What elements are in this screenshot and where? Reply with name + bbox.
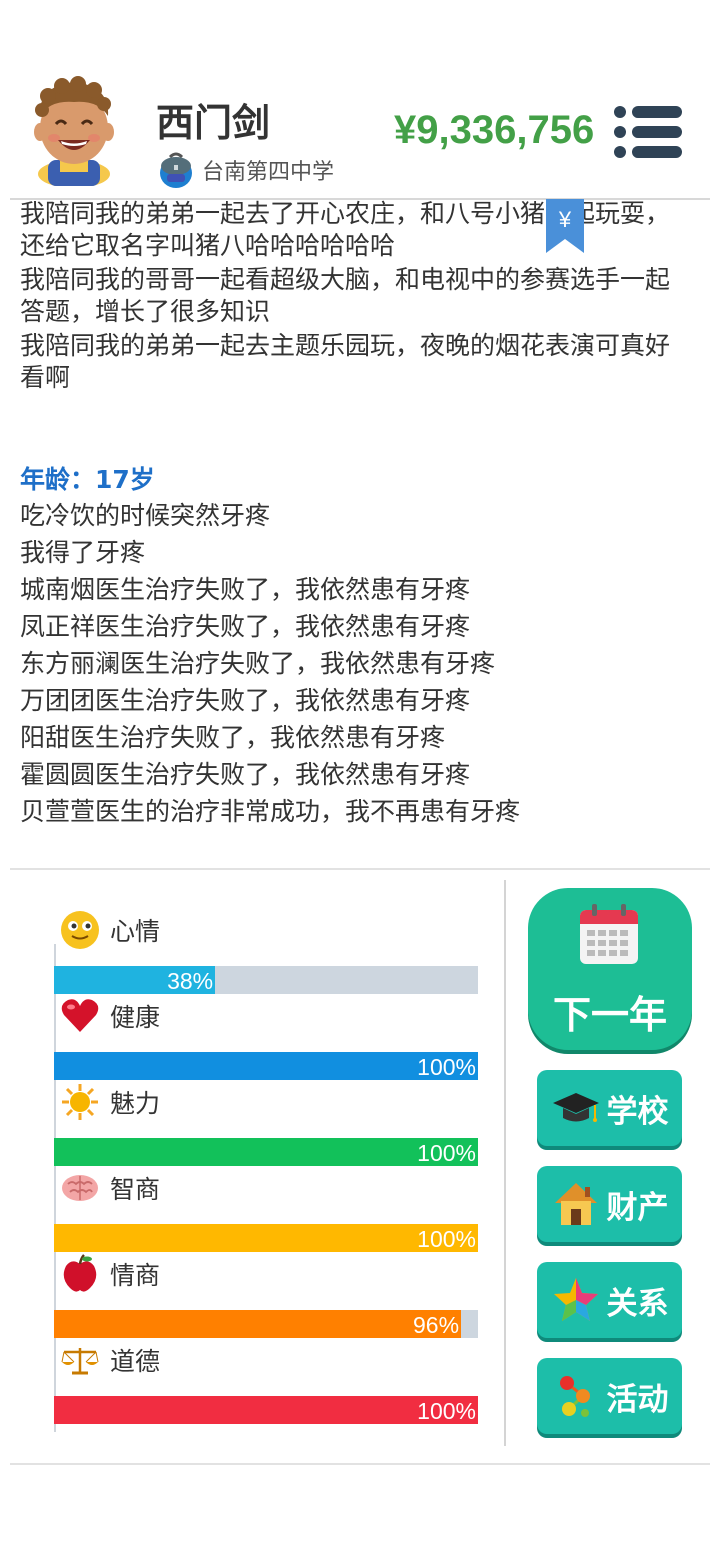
stat-value: 100%: [417, 1140, 476, 1166]
stat-eq: 情商 96%: [54, 1254, 478, 1340]
stats-panel: 心情 38% 健康 100% 魅力 100% 智商 100% 情商 96% 道德…: [54, 900, 484, 1440]
log-entry: 我得了牙疼: [20, 538, 146, 567]
stat-bar: 96%: [54, 1310, 478, 1338]
graduation-cap-icon: [552, 1093, 599, 1122]
calendar-icon: [580, 904, 638, 964]
next-year-button[interactable]: 下一年: [528, 888, 692, 1050]
stat-value: 96%: [412, 1312, 460, 1338]
bottom-divider: [10, 1463, 710, 1465]
log-entry: 万团团医生治疗失败了，我依然患有牙疼: [20, 686, 471, 715]
log-entry: 城南烟医生治疗失败了，我依然患有牙疼: [20, 575, 471, 604]
stat-label: 心情: [110, 917, 161, 946]
log-entry: 霍圆圆医生治疗失败了，我依然患有牙疼: [20, 760, 471, 789]
stat-charm: 魅力 100%: [54, 1082, 478, 1168]
stat-bar: 100%: [54, 1396, 478, 1424]
stat-label: 智商: [110, 1175, 161, 1204]
school-info[interactable]: 台南第四中学: [158, 150, 334, 190]
stat-bar: 100%: [54, 1224, 478, 1252]
stat-bar: 100%: [54, 1052, 478, 1080]
panel-divider: [504, 880, 506, 1446]
stat-iq: 智商 100%: [54, 1168, 478, 1254]
money-bookmark-symbol: ¥: [558, 207, 572, 232]
stat-health: 健康 100%: [54, 996, 478, 1082]
house-icon: [554, 1183, 597, 1225]
stat-value: 100%: [417, 1054, 476, 1080]
star-icon: [553, 1278, 598, 1321]
relations-button[interactable]: 关系: [537, 1262, 682, 1338]
log-entry: 阳甜医生治疗失败了，我依然患有牙疼: [20, 723, 446, 752]
log-entry: 我陪同我的哥哥一起看超级大脑，和电视中的参赛选手一起答题，增长了很多知识: [20, 265, 671, 326]
smiley-icon: [61, 911, 99, 949]
header-divider: [10, 198, 710, 200]
log-entry: 吃冷饮的时候突然牙疼: [20, 501, 271, 530]
avatar[interactable]: [28, 76, 120, 186]
stat-morality: 道德 100%: [54, 1340, 478, 1426]
section-divider: [10, 868, 710, 870]
property-button[interactable]: 财产: [537, 1166, 682, 1242]
school-button-label: 学校: [606, 1093, 669, 1130]
age-heading: 年龄：17岁: [20, 465, 155, 494]
money-balance: ¥9,336,756: [394, 108, 595, 152]
stat-label: 情商: [110, 1261, 161, 1290]
stat-bar: 38%: [54, 966, 478, 994]
school-name: 台南第四中学: [202, 160, 335, 185]
stat-bar: 100%: [54, 1138, 478, 1166]
stat-value: 100%: [417, 1398, 476, 1424]
school-button[interactable]: 学校: [537, 1070, 682, 1146]
log-entry: 我陪同我的弟弟一起去了开心农庄，和八号小猪一起玩耍，还给它取名字叫猪八哈哈哈哈哈…: [20, 199, 671, 260]
brain-icon: [62, 1175, 98, 1201]
relations-button-label: 关系: [606, 1285, 669, 1322]
heart-icon: [61, 999, 99, 1032]
activities-button-label: 活动: [606, 1381, 669, 1418]
next-year-label: 下一年: [552, 993, 667, 1037]
dots-icon: [559, 1376, 590, 1417]
money-bookmark-icon[interactable]: ¥: [546, 199, 584, 253]
player-name: 西门剑: [156, 101, 271, 145]
top-bar: 西门剑 台南第四中学 ¥9,336,756: [0, 0, 720, 200]
scales-icon: [61, 1348, 99, 1375]
stat-label: 魅力: [110, 1089, 161, 1118]
backpack-icon: [160, 152, 192, 188]
stat-value: 100%: [417, 1226, 476, 1252]
activities-button[interactable]: 活动: [537, 1358, 682, 1434]
life-log[interactable]: 我陪同我的弟弟一起去了开心农庄，和八号小猪一起玩耍，还给它取名字叫猪八哈哈哈哈哈…: [0, 190, 720, 865]
property-button-label: 财产: [606, 1189, 669, 1226]
log-content: 我陪同我的弟弟一起去了开心农庄，和八号小猪一起玩耍，还给它取名字叫猪八哈哈哈哈哈…: [20, 198, 692, 833]
stat-label: 健康: [110, 1003, 161, 1032]
log-entry: 东方丽澜医生治疗失败了，我依然患有牙疼: [20, 649, 496, 678]
apple-icon: [63, 1254, 97, 1292]
log-entry: 贝萱萱医生的治疗非常成功，我不再患有牙疼: [20, 797, 521, 826]
stat-value: 38%: [167, 968, 214, 994]
log-entry: 我陪同我的弟弟一起去主题乐园玩，夜晚的烟花表演可真好看啊: [20, 331, 671, 392]
log-entry: 凤正祥医生治疗失败了，我依然患有牙疼: [20, 612, 471, 641]
stat-mood: 心情 38%: [54, 910, 478, 996]
menu-icon[interactable]: [612, 104, 684, 160]
stat-label: 道德: [110, 1347, 161, 1376]
sun-icon: [62, 1084, 98, 1120]
